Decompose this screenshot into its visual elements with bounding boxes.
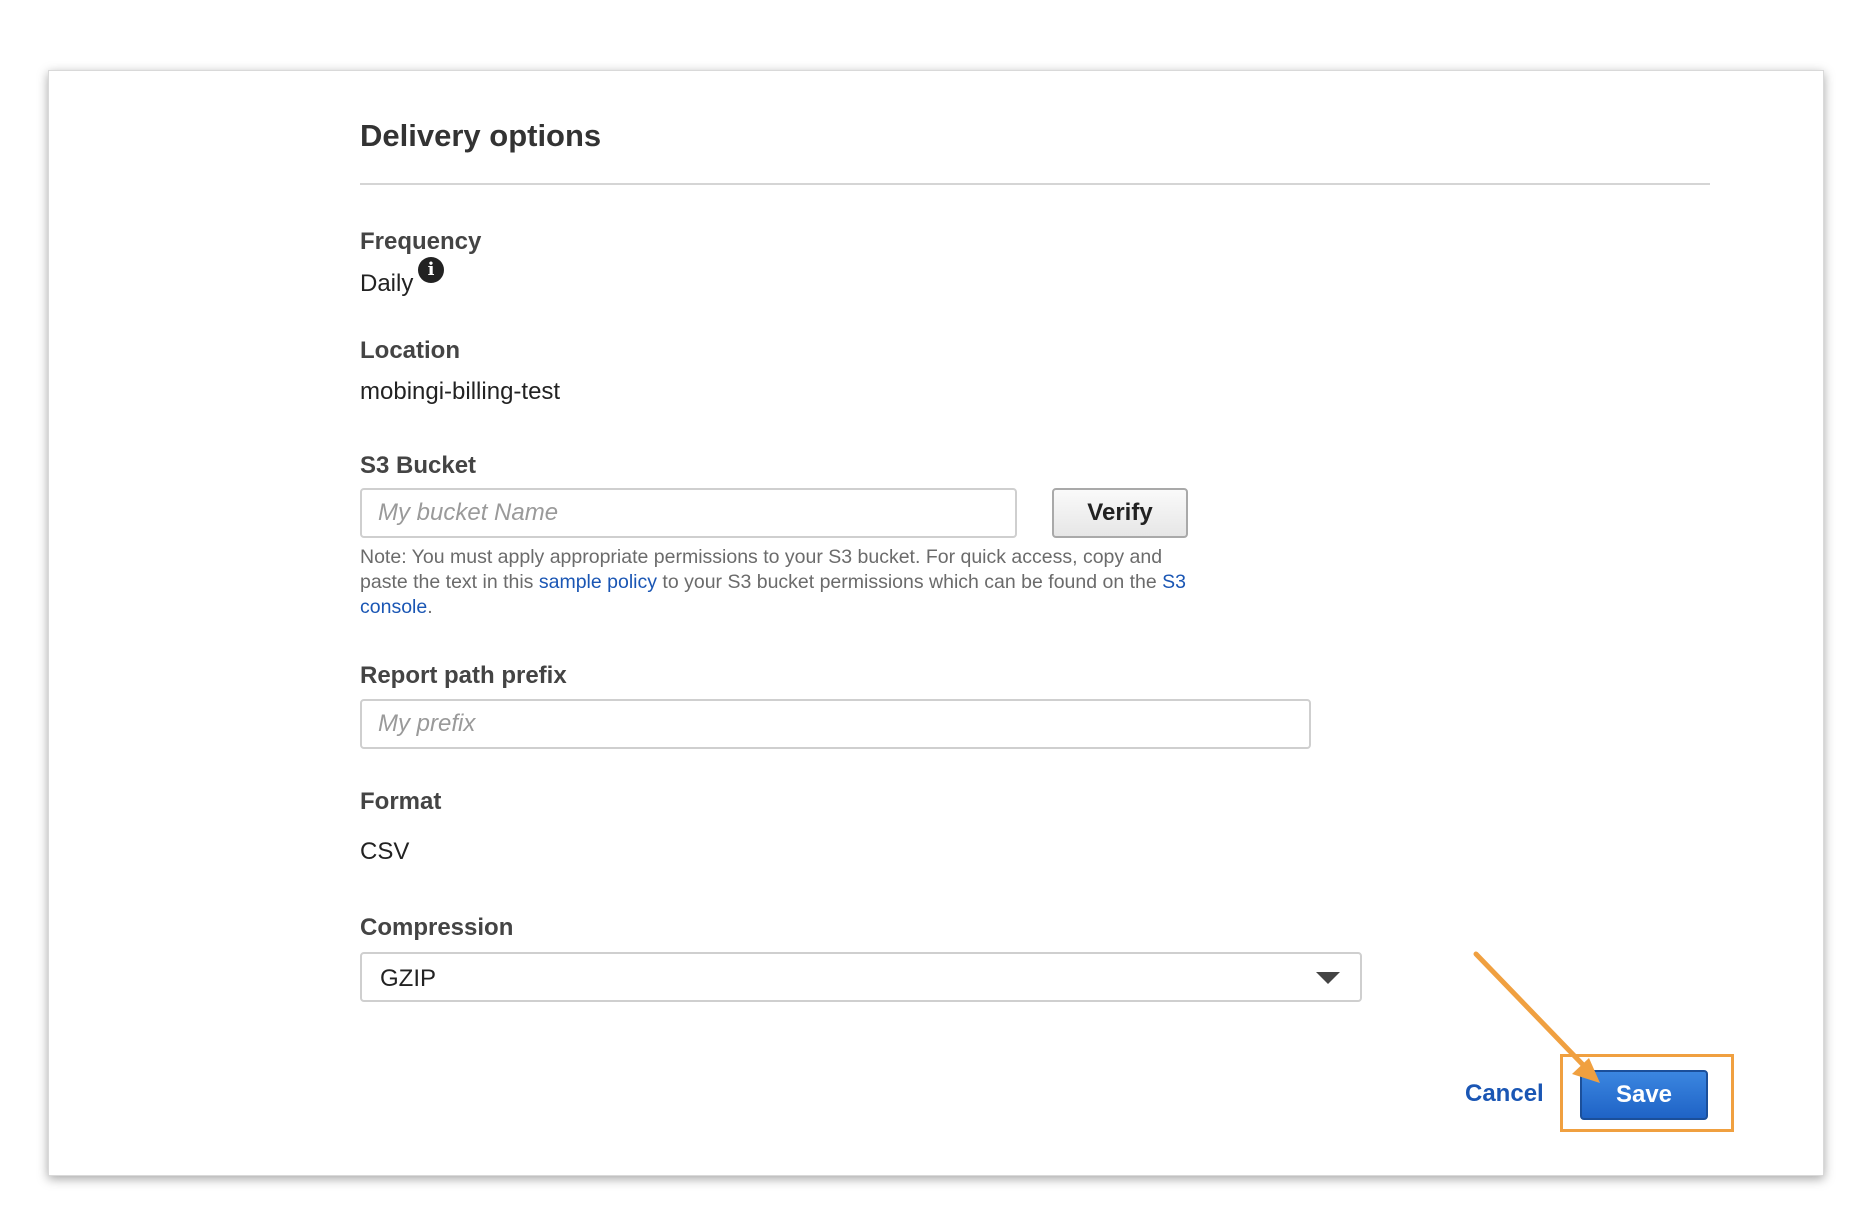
compression-select[interactable]: GZIP: [360, 952, 1362, 1002]
s3-bucket-input[interactable]: [360, 488, 1017, 538]
report-path-prefix-input[interactable]: [360, 699, 1311, 749]
compression-selected-value: GZIP: [380, 965, 437, 992]
compression-label: Compression: [360, 914, 514, 941]
s3-permissions-note: Note: You must apply appropriate permiss…: [360, 545, 1190, 620]
s3-bucket-label: S3 Bucket: [360, 452, 477, 479]
title-divider: [360, 183, 1710, 185]
frequency-label: Frequency: [360, 228, 482, 255]
report-path-prefix-label: Report path prefix: [360, 662, 567, 689]
format-value: CSV: [360, 838, 410, 865]
location-value: mobingi-billing-test: [360, 378, 561, 405]
frequency-value: Daily: [360, 270, 414, 297]
location-label: Location: [360, 337, 460, 364]
page-title: Delivery options: [360, 118, 602, 153]
note-text-suffix: .: [427, 596, 433, 618]
sample-policy-link[interactable]: sample policy: [539, 571, 657, 593]
save-button[interactable]: Save: [1580, 1070, 1708, 1120]
cancel-button[interactable]: Cancel: [1465, 1080, 1544, 1108]
delivery-options-panel: [48, 70, 1824, 1176]
caret-down-icon: [1316, 972, 1340, 984]
verify-button[interactable]: Verify: [1052, 488, 1188, 538]
info-circle-icon[interactable]: i: [418, 257, 444, 283]
note-text-middle: to your S3 bucket permissions which can …: [657, 571, 1163, 593]
format-label: Format: [360, 788, 442, 815]
